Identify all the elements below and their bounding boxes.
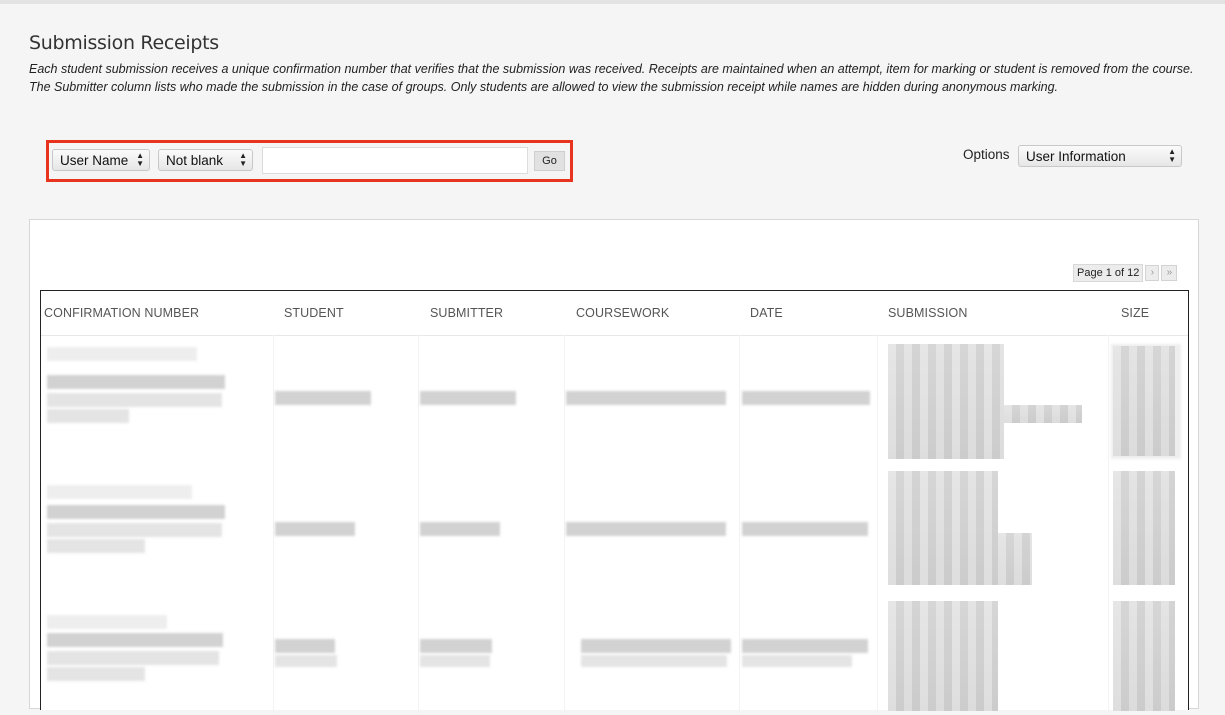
column-header-date[interactable]: DATE: [750, 306, 783, 320]
field-select-value: User Name: [60, 153, 129, 168]
redacted-text: [47, 393, 222, 407]
redacted-date: [742, 391, 870, 405]
pagination: Page 1 of 12 › »: [1073, 264, 1178, 282]
redacted-text: [47, 651, 219, 665]
field-select[interactable]: User Name ▲ ▼: [52, 149, 150, 171]
page-indicator: Page 1 of 12: [1073, 264, 1144, 282]
go-button[interactable]: Go: [534, 151, 565, 171]
column-header-size[interactable]: SIZE: [1121, 306, 1149, 320]
options-label: Options: [963, 147, 1010, 162]
submission-thumbnail: [1004, 405, 1082, 423]
redacted-student: [275, 639, 335, 653]
options-select-value: User Information: [1026, 149, 1126, 164]
redacted-confirmation-number: [47, 505, 225, 519]
condition-select[interactable]: Not blank ▲ ▼: [158, 149, 253, 171]
submission-thumbnail[interactable]: [888, 471, 998, 585]
redacted-coursework: [581, 639, 731, 653]
column-header-submitter[interactable]: SUBMITTER: [430, 306, 503, 320]
table-row[interactable]: [41, 471, 1188, 596]
redacted-coursework: [566, 391, 726, 405]
redacted-date: [742, 655, 852, 667]
chevron-right-icon[interactable]: ›: [1145, 265, 1160, 281]
redacted-confirmation-number: [47, 375, 225, 389]
select-arrows-icon: ▲ ▼: [136, 151, 144, 168]
column-header-confirmation-number[interactable]: CONFIRMATION NUMBER: [44, 306, 199, 320]
redacted-student: [275, 391, 371, 405]
condition-select-value: Not blank: [166, 153, 224, 168]
search-input[interactable]: [262, 147, 528, 174]
table-header: CONFIRMATION NUMBER STUDENT SUBMITTER CO…: [41, 291, 1188, 336]
select-arrows-icon: ▲ ▼: [239, 151, 247, 168]
submission-thumbnail[interactable]: [888, 344, 1004, 459]
redacted-student: [275, 655, 337, 667]
size-thumbnail: [1113, 601, 1175, 711]
redacted-confirmation-number: [47, 633, 223, 647]
table-row[interactable]: [41, 341, 1188, 466]
redacted-text: [47, 667, 145, 681]
double-chevron-right-icon[interactable]: »: [1161, 265, 1178, 281]
redacted-date: [742, 522, 868, 536]
filter-bar: User Name ▲ ▼ Not blank ▲ ▼ Go: [46, 140, 573, 182]
redacted-coursework: [566, 522, 726, 536]
submission-thumbnail[interactable]: [888, 601, 998, 711]
redacted-text: [47, 347, 197, 361]
size-thumbnail: [1113, 471, 1175, 585]
page-title: Submission Receipts: [29, 32, 219, 54]
column-header-submission[interactable]: SUBMISSION: [888, 306, 968, 320]
select-arrows-icon: ▲ ▼: [1168, 147, 1176, 164]
redacted-submitter: [420, 639, 492, 653]
redacted-text: [47, 539, 145, 553]
redacted-student: [275, 522, 355, 536]
redacted-submitter: [420, 522, 500, 536]
redacted-text: [47, 615, 167, 629]
redacted-text: [47, 485, 192, 499]
page-description: Each student submission receives a uniqu…: [29, 62, 1194, 94]
top-strip: [0, 0, 1225, 4]
receipts-table: CONFIRMATION NUMBER STUDENT SUBMITTER CO…: [40, 290, 1189, 715]
redacted-submitter: [420, 391, 516, 405]
size-thumbnail: [1113, 346, 1175, 456]
redacted-text: [47, 409, 129, 423]
redacted-date: [742, 639, 868, 653]
redacted-text: [47, 523, 222, 537]
submission-thumbnail: [998, 533, 1032, 585]
column-header-coursework[interactable]: COURSEWORK: [576, 306, 669, 320]
table-row[interactable]: [41, 601, 1188, 711]
options-select[interactable]: User Information ▲ ▼: [1018, 145, 1182, 167]
redacted-submitter: [420, 655, 490, 667]
redacted-coursework: [581, 655, 727, 667]
column-header-student[interactable]: STUDENT: [284, 306, 344, 320]
